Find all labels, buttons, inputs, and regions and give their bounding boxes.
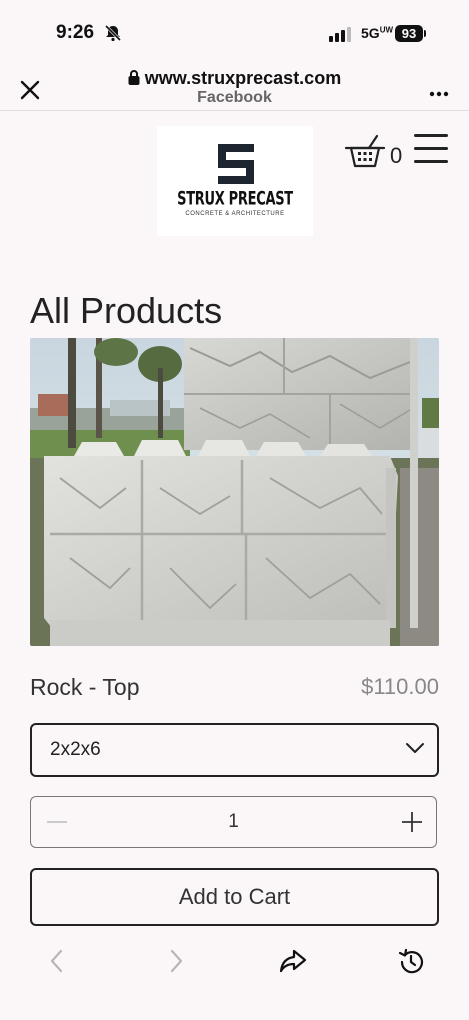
cart-count[interactable]: 0 [390, 143, 402, 169]
browser-toolbar [0, 934, 469, 1020]
size-select[interactable]: 2x2x6 [30, 723, 439, 777]
product-name[interactable]: Rock - Top [30, 674, 140, 701]
forward-icon[interactable] [166, 948, 186, 979]
battery-tip [424, 30, 426, 37]
status-bar: 9:26 5GUW 93 [0, 0, 469, 62]
share-icon[interactable] [279, 948, 307, 979]
logo-tagline: CONCRETE & ARCHITECTURE [185, 211, 285, 217]
status-time: 9:26 [56, 22, 95, 43]
history-icon[interactable] [397, 948, 425, 981]
bell-muted-icon [104, 24, 122, 47]
site-logo[interactable]: STRUX PRECAST CONCRETE & ARCHITECTURE [157, 126, 313, 236]
quantity-value[interactable]: 1 [31, 811, 436, 833]
domain-text: www.struxprecast.com [144, 68, 342, 88]
logo-s-mark [218, 144, 254, 184]
url-subtitle: Facebook [197, 89, 272, 106]
add-to-cart-button[interactable]: Add to Cart [30, 868, 439, 926]
cart-icon[interactable] [343, 132, 387, 177]
quantity-stepper: 1 [30, 796, 437, 848]
product-price: $110.00 [361, 674, 439, 699]
chevron-down-icon [405, 741, 425, 759]
network-label: 5GUW [361, 25, 394, 41]
more-icon[interactable] [429, 84, 449, 102]
plus-icon[interactable] [400, 810, 424, 834]
page-title: All Products [30, 290, 223, 332]
browser-url-bar: www.struxprecast.com Facebook [0, 62, 469, 111]
site-header: STRUX PRECAST CONCRETE & ARCHITECTURE 0 [0, 110, 469, 250]
lock-icon [128, 69, 140, 90]
url-domain[interactable]: www.struxprecast.com [0, 68, 469, 90]
logo-name: STRUX PRECAST [177, 189, 293, 210]
battery-icon: 93 [395, 25, 423, 42]
size-select-value: 2x2x6 [50, 739, 101, 760]
menu-icon[interactable] [414, 132, 450, 166]
signal-icon [329, 26, 353, 47]
product-image[interactable] [30, 338, 439, 646]
back-icon[interactable] [47, 948, 67, 979]
